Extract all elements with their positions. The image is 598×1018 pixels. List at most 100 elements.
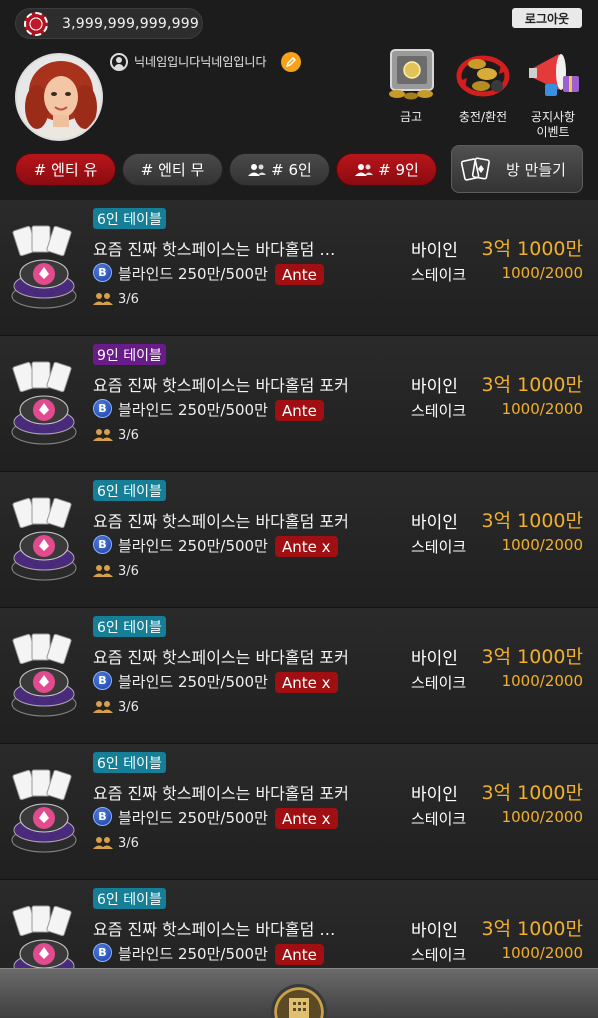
chip-icon xyxy=(24,11,48,36)
people-icon xyxy=(248,163,267,176)
players-icon xyxy=(93,293,113,305)
stake-value: 1000/2000 xyxy=(501,264,583,282)
filter-ante-yes-label: # 엔티 유 xyxy=(33,161,98,179)
stake-value: 1000/2000 xyxy=(501,672,583,690)
buyin-value: 3억 1000만 xyxy=(481,374,583,396)
balance-amount: 3,999,999,999,999 xyxy=(62,15,199,32)
room-title: 요즘 진짜 핫스페이스는 바다홀덤 포커 xyxy=(93,784,349,803)
buyin-label: 바이인 xyxy=(411,377,458,397)
poker-table-icon xyxy=(11,633,77,717)
balance-display: 3,999,999,999,999 xyxy=(15,8,203,39)
notice-event-label: 공지사항 이벤트 xyxy=(530,110,576,139)
room-row[interactable]: 6인 테이블 요즘 진짜 핫스페이스는 바다홀덤 포커 B 블라인드 250만/… xyxy=(0,744,598,880)
buyin-label: 바이인 xyxy=(411,513,458,533)
blind-icon: B xyxy=(93,671,112,690)
filter-6-players-label: # 6인 xyxy=(271,161,312,179)
blind-text: 블라인드 250만/500만 xyxy=(118,673,268,691)
stake-label: 스테이크 xyxy=(411,946,467,964)
exchange-icon xyxy=(456,55,510,97)
stake-label: 스테이크 xyxy=(411,402,467,420)
blind-text: 블라인드 250만/500만 xyxy=(118,265,268,283)
room-row[interactable]: 6인 테이블 요즘 진짜 핫스페이스는 바다홀덤 … B 블라인드 250만/5… xyxy=(0,200,598,336)
table-size-tag: 6인 테이블 xyxy=(93,888,166,909)
nickname: 닉네임입니다닉네임입니다 xyxy=(134,55,267,69)
buyin-label: 바이인 xyxy=(411,785,458,805)
players-count: 3/6 xyxy=(118,700,139,715)
table-size-tag: 6인 테이블 xyxy=(93,752,166,773)
notice-event-button[interactable]: 공지사항 이벤트 xyxy=(518,46,588,140)
cards-icon xyxy=(460,157,490,181)
blind-text: 블라인드 250만/500만 xyxy=(118,809,268,827)
avatar[interactable] xyxy=(15,53,103,141)
blind-icon: B xyxy=(93,263,112,282)
filter-9-players-label: # 9인 xyxy=(378,161,419,179)
buyin-value: 3억 1000만 xyxy=(481,646,583,668)
players-icon xyxy=(93,837,113,849)
table-size-tag: 6인 테이블 xyxy=(93,616,166,637)
players-count: 3/6 xyxy=(118,428,139,443)
stake-value: 1000/2000 xyxy=(501,808,583,826)
blind-text: 블라인드 250만/500만 xyxy=(118,401,268,419)
room-row[interactable]: 6인 테이블 요즘 진짜 핫스페이스는 바다홀덤 포커 B 블라인드 250만/… xyxy=(0,472,598,608)
ante-badge: Ante xyxy=(275,944,324,965)
buyin-label: 바이인 xyxy=(411,241,458,261)
make-room-button[interactable]: 방 만들기 xyxy=(451,145,583,193)
buyin-value: 3억 1000만 xyxy=(481,510,583,532)
buyin-value: 3억 1000만 xyxy=(481,918,583,940)
ante-badge: Ante xyxy=(275,400,324,421)
user-icon xyxy=(110,53,128,71)
poker-table-icon xyxy=(11,225,77,309)
ante-badge: Ante x xyxy=(275,536,338,557)
players-icon xyxy=(93,429,113,441)
room-row[interactable]: 9인 테이블 요즘 진짜 핫스페이스는 바다홀덤 포커 B 블라인드 250만/… xyxy=(0,336,598,472)
stake-value: 1000/2000 xyxy=(501,536,583,554)
players-count: 3/6 xyxy=(118,836,139,851)
blind-icon: B xyxy=(93,399,112,418)
ante-badge: Ante x xyxy=(275,808,338,829)
stake-label: 스테이크 xyxy=(411,674,467,692)
room-title: 요즘 진짜 핫스페이스는 바다홀덤 … xyxy=(93,240,336,259)
room-row[interactable]: 6인 테이블 요즘 진짜 핫스페이스는 바다홀덤 포커 B 블라인드 250만/… xyxy=(0,608,598,744)
filter-ante-no-label: # 엔티 무 xyxy=(140,161,205,179)
stake-label: 스테이크 xyxy=(411,538,467,556)
ante-badge: Ante xyxy=(275,264,324,285)
room-title: 요즘 진짜 핫스페이스는 바다홀덤 포커 xyxy=(93,648,349,667)
stake-label: 스테이크 xyxy=(411,810,467,828)
blind-text: 블라인드 250만/500만 xyxy=(118,945,268,963)
players-count: 3/6 xyxy=(118,564,139,579)
filter-6-players[interactable]: # 6인 xyxy=(229,153,330,186)
filter-ante-yes[interactable]: # 엔티 유 xyxy=(15,153,116,186)
poker-table-icon xyxy=(11,769,77,853)
stake-value: 1000/2000 xyxy=(501,944,583,962)
header: 3,999,999,999,999 로그아웃 닉네임입니다닉네임입니다 금고 충… xyxy=(0,0,598,200)
players-count: 3/6 xyxy=(118,292,139,307)
buyin-label: 바이인 xyxy=(411,649,458,669)
people-icon xyxy=(355,163,374,176)
safe-icon xyxy=(389,49,434,100)
blind-icon: B xyxy=(93,807,112,826)
filter-9-players[interactable]: # 9인 xyxy=(336,153,437,186)
lobby-button[interactable] xyxy=(271,984,327,1018)
blind-icon: B xyxy=(93,943,112,962)
stake-label: 스테이크 xyxy=(411,266,467,284)
room-title: 요즘 진짜 핫스페이스는 바다홀덤 포커 xyxy=(93,512,349,531)
table-size-tag: 6인 테이블 xyxy=(93,208,166,229)
room-title: 요즘 진짜 핫스페이스는 바다홀덤 포커 xyxy=(93,376,349,395)
safe-button[interactable]: 금고 xyxy=(376,46,446,140)
avatar-image xyxy=(17,55,101,139)
make-room-label: 방 만들기 xyxy=(506,160,566,179)
buyin-value: 3억 1000만 xyxy=(481,238,583,260)
poker-table-icon xyxy=(11,497,77,581)
table-size-tag: 9인 테이블 xyxy=(93,344,166,365)
megaphone-icon xyxy=(529,54,579,96)
players-icon xyxy=(93,701,113,713)
blind-icon: B xyxy=(93,535,112,554)
building-icon xyxy=(289,998,309,1018)
filter-ante-no[interactable]: # 엔티 무 xyxy=(122,153,223,186)
exchange-button[interactable]: 충전/환전 xyxy=(448,46,518,140)
edit-nickname-icon[interactable] xyxy=(281,52,301,72)
logout-button[interactable]: 로그아웃 xyxy=(512,8,582,28)
table-size-tag: 6인 테이블 xyxy=(93,480,166,501)
safe-label: 금고 xyxy=(399,110,423,124)
blind-text: 블라인드 250만/500만 xyxy=(118,537,268,555)
